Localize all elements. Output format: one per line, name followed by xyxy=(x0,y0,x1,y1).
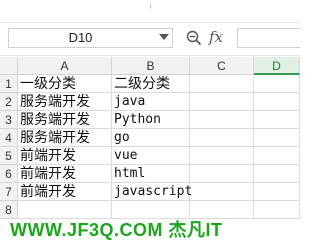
column-header-c[interactable]: C xyxy=(190,57,254,75)
column-header-b[interactable]: B xyxy=(112,57,190,75)
chevron-down-icon[interactable] xyxy=(159,34,169,40)
cell-d1[interactable] xyxy=(254,75,300,93)
table-row: 3 服务端开发 Python xyxy=(0,111,300,129)
cell-c7[interactable] xyxy=(190,183,254,201)
table-row: 2 服务端开发 java xyxy=(0,93,300,111)
name-box-value: D10 xyxy=(68,30,93,45)
row-number[interactable]: 4 xyxy=(0,129,18,147)
cell-d4[interactable] xyxy=(254,129,300,147)
table-row: 4 服务端开发 go xyxy=(0,129,300,147)
cell-c3[interactable] xyxy=(190,111,254,129)
cell-b5[interactable]: vue xyxy=(112,147,190,165)
cell-b1[interactable]: 二级分类 xyxy=(112,75,190,93)
cell-d6[interactable] xyxy=(254,165,300,183)
select-all-corner[interactable] xyxy=(0,57,18,75)
cell-c2[interactable] xyxy=(190,93,254,111)
cell-d7[interactable] xyxy=(254,183,300,201)
cell-a1[interactable]: 一级分类 xyxy=(18,75,112,93)
formula-input[interactable] xyxy=(237,28,300,48)
fx-icon[interactable]: fx xyxy=(209,28,223,46)
cell-c5[interactable] xyxy=(190,147,254,165)
cell-a5[interactable]: 前端开发 xyxy=(18,147,112,165)
row-number[interactable]: 3 xyxy=(0,111,18,129)
cell-a7[interactable]: 前端开发 xyxy=(18,183,112,201)
cell-a2[interactable]: 服务端开发 xyxy=(18,93,112,111)
toolbar-strip xyxy=(0,0,300,20)
row-number[interactable]: 5 xyxy=(0,147,18,165)
name-box[interactable]: D10 xyxy=(8,28,173,48)
row-number[interactable]: 2 xyxy=(0,93,18,111)
table-row: 6 前端开发 html xyxy=(0,165,300,183)
cell-a6[interactable]: 前端开发 xyxy=(18,165,112,183)
zoom-icon[interactable] xyxy=(186,30,202,46)
watermark: WWW.JF3Q.COM 杰凡IT xyxy=(10,220,223,240)
row-number[interactable]: 1 xyxy=(0,75,18,93)
cell-c1[interactable] xyxy=(190,75,254,93)
cell-b3[interactable]: Python xyxy=(112,111,190,129)
cell-d8[interactable] xyxy=(254,201,300,219)
column-header-d[interactable]: D xyxy=(254,57,300,75)
cell-b4[interactable]: go xyxy=(112,129,190,147)
cell-d2[interactable] xyxy=(254,93,300,111)
column-header-a[interactable]: A xyxy=(18,57,112,75)
cell-d3[interactable] xyxy=(254,111,300,129)
cell-c4[interactable] xyxy=(190,129,254,147)
cell-b6[interactable]: html xyxy=(112,165,190,183)
toolbar-divider xyxy=(150,3,154,9)
table-row: 7 前端开发 javascript xyxy=(0,183,300,201)
formula-bar: D10 fx xyxy=(0,22,300,56)
cell-c6[interactable] xyxy=(190,165,254,183)
cell-b2[interactable]: java xyxy=(112,93,190,111)
table-row: 1 一级分类 二级分类 xyxy=(0,75,300,93)
cell-b7[interactable]: javascript xyxy=(112,183,192,201)
table-row: 5 前端开发 vue xyxy=(0,147,300,165)
cell-a3[interactable]: 服务端开发 xyxy=(18,111,112,129)
cell-d5[interactable] xyxy=(254,147,300,165)
column-header-row: A B C D xyxy=(0,57,300,75)
row-number[interactable]: 6 xyxy=(0,165,18,183)
row-number[interactable]: 7 xyxy=(0,183,18,201)
cell-a4[interactable]: 服务端开发 xyxy=(18,129,112,147)
